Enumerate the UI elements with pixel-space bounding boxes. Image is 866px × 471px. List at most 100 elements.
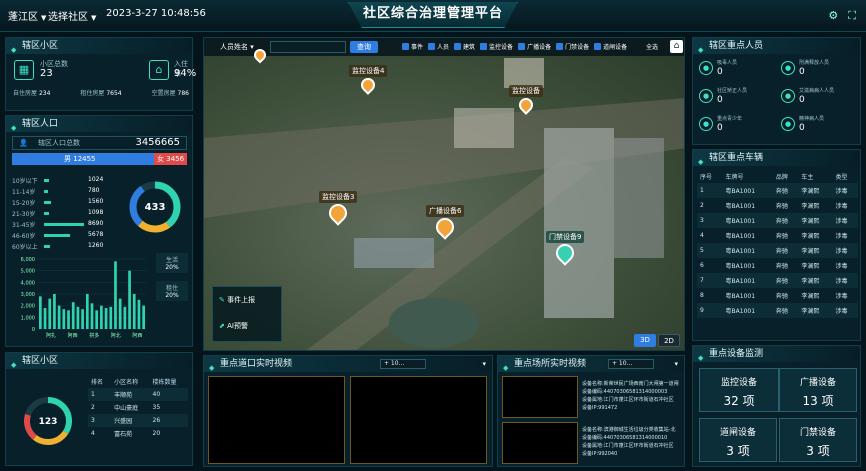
age-label: 11-14岁 <box>12 189 36 196</box>
place-video-panel: ◆ 重点场所实时视频 + 10... ▾ 设备名称:新荣世民广场西南门大闸第一道闸… <box>497 355 685 467</box>
table-row[interactable]: 3 兴盛园 26 <box>88 414 188 427</box>
diamond-icon: ◆ <box>11 46 17 54</box>
video-feed[interactable] <box>502 422 578 464</box>
bar <box>90 303 94 329</box>
table-row[interactable]: 1 粤BA1001 奔驰 李澜熙 涉毒 <box>697 183 858 198</box>
table-row[interactable]: 3 粤BA1001 奔驰 李澜熙 涉毒 <box>697 213 858 228</box>
diamond-icon: ◆ <box>11 361 17 369</box>
age-label: 31-45岁 <box>12 222 36 229</box>
map-pin[interactable]: 广播设备6 <box>426 198 465 240</box>
info-line: 设备名称:新荣世民广场西南门大闸第一道闸 <box>582 381 679 387</box>
table-row[interactable]: 1 丰顺苑 40 <box>88 388 188 401</box>
map-pin[interactable]: 监控设备3 <box>319 184 358 226</box>
x-tick-label: 阿西 <box>68 332 78 339</box>
layer-filter-checkbox[interactable]: 事件 <box>402 43 423 51</box>
bar <box>67 310 70 329</box>
video-feed[interactable] <box>208 376 345 464</box>
device-card-monitor[interactable]: 监控设备 32 项 <box>699 368 779 412</box>
community-select[interactable]: 选择社区 ▼ <box>48 8 96 23</box>
report-event-button[interactable]: ✎ 事件上报 <box>219 295 255 305</box>
map-view[interactable]: 人员姓名 ▾ 查询 事件 人员 建筑 监控设备 广播设备 门禁设备 道闸设备 全选 ⌂ 监控… <box>203 37 685 351</box>
bar <box>43 308 47 329</box>
layer-filter-checkbox[interactable]: 广播设备 <box>518 43 551 51</box>
search-button[interactable]: 查询 <box>350 41 378 53</box>
age-bar <box>44 201 52 204</box>
check-icon <box>594 43 602 50</box>
age-value: 1024 <box>88 176 104 183</box>
table-row[interactable]: 8 粤BA1001 奔驰 李澜熙 涉毒 <box>697 288 858 303</box>
device-card-access[interactable]: 门禁设备 3 项 <box>779 418 857 462</box>
settings-icon[interactable]: ⚙ <box>828 9 838 22</box>
key-persons-panel: ◆ 辖区重点人员 ● 吸毒人员 0 ● 刑满释放人员 0 ● 社区矫正人员 0 ● 艾滋病病人人员 0 ●… <box>692 37 861 145</box>
person-icon: ● <box>781 61 795 75</box>
table-cell: 粤BA1001 <box>722 183 773 198</box>
age-label: 60岁以上 <box>12 244 38 251</box>
y-tick-label: 6,000 <box>21 257 35 263</box>
person-item[interactable]: ● 重点青少年 0 <box>699 114 777 138</box>
info-line: 设备属地:江门市蓬江区环市街道石冲社区 <box>582 397 674 403</box>
map-pin[interactable]: 门禁设备9 <box>546 224 585 266</box>
home-icon[interactable]: ⌂ <box>670 40 683 53</box>
bar <box>95 310 99 329</box>
person-item[interactable]: ● 艾滋病病人人员 0 <box>781 86 859 110</box>
filter-label: 监控设备 <box>489 44 514 51</box>
vehicles-table: 序号 车牌号 品牌 车主 类型 1 粤BA1001 奔驰 李澜熙 涉毒 2 粤BA1001 奔驰 李澜熙涉… <box>697 170 858 318</box>
table-row[interactable]: 4 粤BA1001 奔驰 李澜熙 涉毒 <box>697 228 858 243</box>
video-select[interactable]: + 10... <box>380 359 426 369</box>
table-row[interactable]: 9 粤BA1001 奔驰 李澜熙 涉毒 <box>697 303 858 318</box>
y-tick-label: 0 <box>32 327 35 333</box>
mode-2d-button[interactable]: 2D <box>658 334 680 347</box>
layer-filter-checkbox[interactable]: 监控设备 <box>480 43 514 51</box>
mode-3d-button[interactable]: 3D <box>634 334 656 347</box>
table-cell: 粤BA1001 <box>722 303 773 318</box>
table-row[interactable]: 4 富石苑 20 <box>88 427 188 440</box>
device-card-barrier[interactable]: 道闸设备 3 项 <box>699 418 777 462</box>
map-pin[interactable]: 监控设备4 <box>349 58 388 95</box>
layer-filter-checkbox[interactable]: 门禁设备 <box>556 43 589 51</box>
person-item[interactable]: ● 刑满释放人员 0 <box>781 58 859 82</box>
search-input[interactable] <box>270 41 346 53</box>
bar <box>128 270 131 329</box>
device-card-broadcast[interactable]: 广播设备 13 项 <box>779 368 857 412</box>
layer-filter-checkbox[interactable]: 道闸设备 <box>594 43 627 51</box>
layer-filter-checkbox[interactable]: 建筑 <box>454 43 475 51</box>
person-count: 0 <box>799 95 805 105</box>
panel-header: ◆ 辖区重点车辆 <box>693 150 860 166</box>
district-select[interactable]: 蓬江区 ▼ <box>8 8 46 23</box>
chevron-down-icon[interactable]: ▾ <box>674 356 678 372</box>
table-cell: 涉毒 <box>835 233 848 240</box>
map-pin[interactable]: 监控设备 <box>509 78 543 115</box>
video-select[interactable]: + 10... <box>608 359 654 369</box>
chevron-down-icon[interactable]: ▾ <box>482 356 486 372</box>
select-all[interactable]: 全选 <box>646 42 658 51</box>
table-row[interactable]: 7 粤BA1001 奔驰 李澜熙 涉毒 <box>697 273 858 288</box>
tag-2: 租住 20% <box>156 281 188 301</box>
key-vehicles-panel: ◆ 辖区重点车辆 序号 车牌号 品牌 车主 类型 1 粤BA1001 奔驰 李澜熙 涉毒 2 粤BA10… <box>692 149 861 341</box>
person-item[interactable]: ● 社区矫正人员 0 <box>699 86 777 110</box>
table-header: 序号 <box>700 174 713 181</box>
person-icon: ● <box>699 117 713 131</box>
check-icon <box>428 43 436 50</box>
layer-filter-checkbox[interactable]: 人员 <box>428 43 449 51</box>
ai-warning-button[interactable]: ⬈ AI预警 <box>219 321 248 331</box>
person-count: 0 <box>717 67 723 77</box>
bar <box>53 294 56 329</box>
person-item[interactable]: ● 吸毒人员 0 <box>699 58 777 82</box>
type-item: 空置房屋 786 <box>151 90 189 97</box>
age-bar <box>44 223 84 226</box>
table-row[interactable]: 2 中山豪庭 35 <box>88 401 188 414</box>
table-row[interactable]: 5 粤BA1001 奔驰 李澜熙 涉毒 <box>697 243 858 258</box>
video-feed[interactable] <box>502 376 578 418</box>
table-row[interactable]: 6 粤BA1001 奔驰 李澜熙 涉毒 <box>697 258 858 273</box>
table-cell: 李澜熙 <box>801 203 820 210</box>
panel-title: 重点场所实时视频 <box>514 359 587 369</box>
check-icon <box>518 43 526 50</box>
check-icon <box>556 43 564 50</box>
person-item[interactable]: ● 精神病人员 0 <box>781 114 859 138</box>
table-row[interactable]: 2 粤BA1001 奔驰 李澜熙 涉毒 <box>697 198 858 213</box>
person-label: 吸毒人员 <box>717 60 738 66</box>
age-bar <box>44 234 70 237</box>
map-pin[interactable] <box>251 46 269 64</box>
fullscreen-icon[interactable]: ⛶ <box>848 9 856 22</box>
video-feed[interactable] <box>350 376 487 464</box>
